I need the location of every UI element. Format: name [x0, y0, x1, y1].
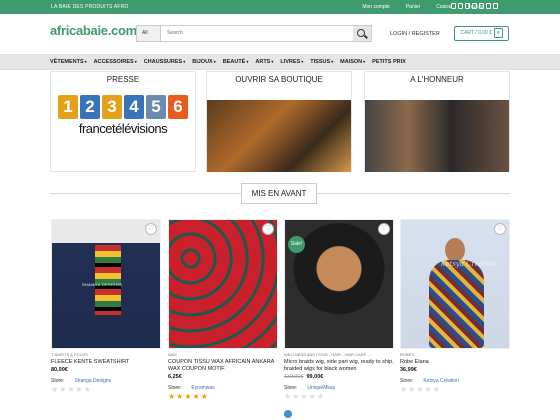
search-input[interactable] — [161, 26, 353, 41]
francetv-logo: francetélévisions — [78, 121, 168, 136]
header: africabaie.com All LOGIN / REGISTER CART… — [0, 14, 560, 54]
link-checkout[interactable]: Caisse — [436, 4, 451, 10]
nav-item-accessoires[interactable]: ACCESSOIRES — [94, 59, 137, 65]
cart-button[interactable]: CART / 0,00 €0 — [454, 26, 509, 41]
twitter-icon[interactable] — [465, 3, 470, 9]
product-image[interactable]: ketsya Creation ♡ — [400, 219, 510, 349]
cart-count-badge: 0 — [493, 28, 503, 38]
nav-item-vetements[interactable]: VÊTEMENTS — [50, 59, 87, 65]
link-my-account[interactable]: Mon compte — [362, 4, 390, 10]
product-card[interactable]: ♡ WAX COUPON TISSU WAX AFRICAIN ANKARA W… — [168, 219, 278, 401]
product-price: 6,25€ — [168, 374, 182, 380]
watermark: ketsya Creation — [441, 260, 497, 268]
product-name[interactable]: Micro braids wig, side part wig, ready t… — [284, 359, 394, 373]
product-name[interactable]: COUPON TISSU WAX AFRICAIN ANKARA WAX COU… — [168, 359, 278, 373]
open-shop-image — [207, 100, 351, 172]
product-store: Store: UniqueMkay — [284, 385, 336, 391]
open-shop-section[interactable]: OUVRIR SA BOUTIQUE — [206, 71, 352, 172]
honor-image — [365, 100, 509, 172]
info-icon[interactable] — [284, 410, 292, 418]
search-category-select[interactable]: All — [137, 26, 161, 41]
product-price: 36,99€ — [400, 367, 417, 373]
nav-item-chaussures[interactable]: CHAUSSURES — [144, 59, 186, 65]
product-card[interactable]: ketsya Creation ♡ ROBES Robe Elana 36,99… — [400, 219, 510, 394]
sale-badge: Sale! — [288, 236, 305, 253]
kente-pattern — [95, 245, 121, 315]
honor-section[interactable]: A L'HONNEUR — [364, 71, 510, 172]
search-icon[interactable] — [353, 26, 371, 41]
product-store: Store: Eyramwax — [168, 385, 215, 391]
featured-title: MIS EN AVANT — [241, 183, 317, 204]
product-category[interactable]: T-SHIRTS & POLOS — [51, 352, 161, 357]
product-name[interactable]: FLEECE KENTE SWEATSHIRT — [51, 359, 161, 366]
store-link[interactable]: UniqueMkay — [307, 385, 335, 391]
product-store: Store: Ketsya Création — [400, 378, 459, 384]
star-icon: ★★★★★ — [168, 392, 209, 401]
product-image[interactable]: ♡ — [168, 219, 278, 349]
heart-icon[interactable]: ♡ — [378, 223, 390, 235]
product-card[interactable]: Sale! ♡ WELLNESS AND FOOD - HAIR - HAIR … — [284, 219, 394, 401]
product-category[interactable]: WAX — [168, 352, 278, 357]
old-price: 110,00€ — [284, 374, 304, 380]
product-card[interactable]: SHANGA DESIGNS ♡ T-SHIRTS & POLOS FLEECE… — [51, 219, 161, 394]
nav-item-petits-prix[interactable]: PETITS PRIX — [372, 59, 406, 65]
honor-title: A L'HONNEUR — [410, 75, 464, 84]
login-register-link[interactable]: LOGIN / REGISTER — [390, 31, 440, 37]
star-icon: ★★★★★ — [400, 385, 441, 394]
site-logo[interactable]: africabaie.com — [50, 23, 137, 38]
pinterest-icon[interactable] — [479, 3, 484, 9]
nav-item-tissus[interactable]: TISSUS — [310, 59, 333, 65]
email-icon[interactable] — [472, 3, 477, 9]
store-link[interactable]: Ketsya Création — [423, 378, 459, 384]
heart-icon[interactable]: ♡ — [494, 223, 506, 235]
product-store: Store: Shanga Designs — [51, 378, 112, 384]
link-cart[interactable]: Panier — [406, 4, 420, 10]
store-link[interactable]: Shanga Designs — [74, 378, 111, 384]
nav-item-beaute[interactable]: BEAUTÉ — [223, 59, 249, 65]
store-link[interactable]: Eyramwax — [191, 385, 214, 391]
product-category[interactable]: ROBES — [400, 352, 510, 357]
product-price: 110,00€ 99,00€ — [284, 374, 324, 380]
social-icons — [451, 3, 498, 9]
press-section[interactable]: PRESSE 1 2 3 4 5 6 francetélévisions — [50, 71, 196, 172]
product-image[interactable]: SHANGA DESIGNS ♡ — [51, 219, 161, 349]
youtube-icon[interactable] — [493, 3, 498, 9]
nav-item-maison[interactable]: MAISON — [340, 59, 365, 65]
main-nav: VÊTEMENTS ACCESSOIRES CHAUSSURES BIJOUX … — [0, 54, 560, 70]
product-price: 80,00€ — [51, 367, 68, 373]
linkedin-icon[interactable] — [486, 3, 491, 9]
heart-icon[interactable]: ♡ — [145, 223, 157, 235]
tagline: LA BAIE DES PRODUITS AFRO — [51, 4, 129, 10]
press-numbers: 1 2 3 4 5 6 — [51, 95, 195, 119]
star-icon: ★★★★★ — [51, 385, 92, 394]
nav-item-bijoux[interactable]: BIJOUX — [192, 59, 216, 65]
press-title: PRESSE — [106, 75, 140, 84]
facebook-icon[interactable] — [451, 3, 456, 9]
nav-item-arts[interactable]: ARTS — [255, 59, 273, 65]
star-icon: ★★★★★ — [284, 392, 325, 401]
nav-item-livres[interactable]: LIVRES — [280, 59, 303, 65]
product-image[interactable]: Sale! ♡ — [284, 219, 394, 349]
top-bar: LA BAIE DES PRODUITS AFRO Mon compte Pan… — [0, 0, 560, 14]
open-shop-title: OUVRIR SA BOUTIQUE — [235, 75, 323, 84]
product-name[interactable]: Robe Elana — [400, 359, 510, 366]
instagram-icon[interactable] — [458, 3, 463, 9]
heart-icon[interactable]: ♡ — [262, 223, 274, 235]
search-bar: All — [136, 25, 372, 42]
product-category[interactable]: WELLNESS AND FOOD - HAIR - HAIR CARE -..… — [284, 352, 394, 357]
